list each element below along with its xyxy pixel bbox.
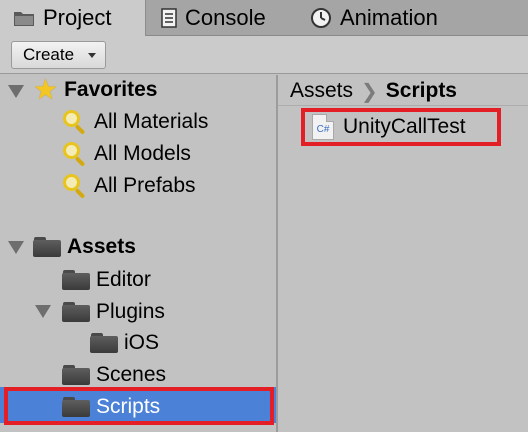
tab-project-label: Project — [43, 5, 112, 30]
scripts-annotation-box — [4, 387, 274, 425]
search-icon — [62, 109, 88, 135]
tab-animation[interactable]: Animation — [306, 0, 438, 36]
tab-console[interactable]: Console — [157, 0, 266, 36]
favorites-item-label: All Prefabs — [94, 174, 196, 197]
favorites-label: Favorites — [64, 78, 158, 101]
folder-icon — [62, 365, 90, 385]
tab-animation-label: Animation — [340, 5, 438, 30]
breadcrumb-divider — [278, 105, 528, 106]
search-icon — [62, 173, 88, 199]
tab-project[interactable]: Project — [0, 0, 146, 36]
editor-label: Editor — [96, 268, 151, 291]
dropdown-caret-icon — [88, 53, 96, 58]
scenes-label: Scenes — [96, 363, 167, 386]
toolbar: Create — [0, 36, 528, 74]
ios-label: iOS — [124, 331, 160, 354]
tree-item-assets[interactable]: Assets — [33, 231, 136, 263]
folder-icon — [90, 333, 118, 353]
expand-arrow-icon[interactable] — [35, 305, 51, 318]
breadcrumb-current[interactable]: Scripts — [386, 79, 457, 103]
assets-label: Assets — [67, 235, 136, 258]
expand-arrow-icon[interactable] — [8, 85, 24, 98]
clock-icon — [311, 8, 331, 28]
favorites-item-label: All Models — [94, 142, 191, 165]
tree-item-favorites[interactable]: ★ Favorites — [33, 74, 157, 106]
favorites-item-all-models[interactable]: All Models — [62, 138, 191, 170]
favorites-item-all-materials[interactable]: All Materials — [62, 106, 208, 138]
favorites-item-label: All Materials — [94, 110, 209, 133]
plugins-label: Plugins — [96, 300, 165, 323]
folder-icon — [62, 302, 90, 322]
folder-icon — [14, 12, 34, 26]
tree-item-plugins[interactable]: Plugins — [62, 296, 165, 328]
expand-arrow-icon[interactable] — [8, 241, 24, 254]
star-icon: ★ — [33, 74, 59, 105]
tab-console-label: Console — [185, 5, 266, 30]
breadcrumb-root[interactable]: Assets — [290, 79, 353, 103]
breadcrumb: Assets ❯ Scripts — [290, 76, 457, 106]
tab-bar: Project Console Animation — [0, 0, 528, 36]
create-button-label: Create — [23, 45, 75, 64]
folder-icon — [33, 237, 61, 257]
console-icon — [161, 8, 177, 28]
tree-item-editor[interactable]: Editor — [62, 264, 151, 296]
file-annotation-box — [301, 108, 501, 146]
create-button[interactable]: Create — [11, 41, 106, 69]
folder-icon — [62, 270, 90, 290]
search-icon — [62, 141, 88, 167]
tree-item-ios[interactable]: iOS — [90, 327, 159, 359]
favorites-item-all-prefabs[interactable]: All Prefabs — [62, 170, 196, 202]
chevron-right-icon: ❯ — [361, 80, 378, 103]
